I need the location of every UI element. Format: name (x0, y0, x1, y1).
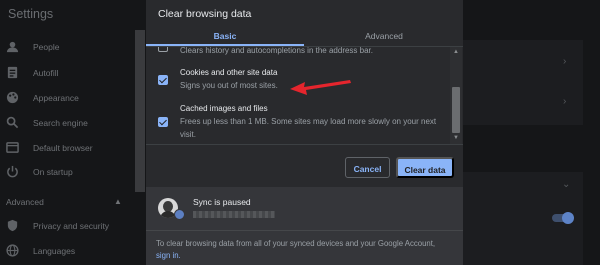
divider (146, 230, 463, 231)
dialog-scrollbar[interactable]: ▲ ▼ (450, 47, 462, 144)
footer-message: To clear browsing data from all of your … (156, 239, 436, 248)
dialog-title: Clear browsing data (158, 8, 252, 20)
option-title: Cookies and other site data (180, 68, 278, 77)
palette-icon (6, 91, 19, 104)
chevron-right-icon[interactable]: › (563, 96, 566, 107)
sidebar-item-label: Autofill (33, 68, 59, 78)
sidebar-item-label: On startup (33, 167, 73, 177)
power-icon (7, 165, 18, 178)
sidebar-item-default-browser[interactable]: Default browser (0, 137, 135, 159)
setting-toggle[interactable] (552, 212, 574, 224)
sidebar-item-people[interactable]: People (0, 36, 135, 58)
autofill-icon (7, 66, 18, 79)
cached-images-checkbox[interactable] (158, 117, 168, 127)
globe-icon (6, 244, 19, 257)
clear-data-button[interactable]: Clear data (396, 157, 454, 178)
search-icon (6, 116, 19, 129)
sign-in-link[interactable]: sign in. (156, 251, 181, 260)
option-description: Frees up less than 1 MB. Some sites may … (180, 117, 437, 126)
person-icon (6, 41, 19, 53)
chevron-up-icon[interactable]: ▲ (114, 197, 122, 206)
browsing-history-checkbox[interactable] (158, 47, 168, 52)
tab-basic[interactable]: Basic (146, 26, 304, 46)
browser-icon (6, 142, 19, 153)
clear-browsing-data-dialog: Clear browsing data Basic Advanced Clear… (146, 0, 463, 265)
sidebar-item-languages[interactable]: Languages (0, 240, 135, 262)
divider (146, 144, 463, 145)
sync-paused-icon (174, 209, 185, 220)
redacted-email (193, 211, 275, 218)
sync-footer: Sync is paused To clear browsing data fr… (146, 187, 463, 265)
shield-icon (7, 219, 18, 232)
sync-footer-text: To clear browsing data from all of your … (156, 238, 456, 262)
option-description: Signs you out of most sites. (180, 81, 278, 90)
chevron-right-icon[interactable]: › (563, 56, 566, 67)
sidebar-item-on-startup[interactable]: On startup (0, 161, 135, 183)
sidebar-item-label: People (33, 42, 60, 52)
sidebar-item-autofill[interactable]: Autofill (0, 62, 135, 84)
cancel-button[interactable]: Cancel (345, 157, 390, 178)
sidebar-advanced-section[interactable]: Advanced (6, 197, 44, 207)
settings-card (463, 40, 583, 125)
sidebar-item-label: Privacy and security (33, 221, 110, 231)
toggle-knob (562, 212, 574, 224)
scroll-down-icon[interactable]: ▼ (453, 135, 459, 141)
sidebar-item-appearance[interactable]: Appearance (0, 87, 135, 109)
settings-title: Settings (8, 7, 54, 21)
sidebar-item-label: Default browser (33, 143, 93, 153)
sidebar-item-search-engine[interactable]: Search engine (0, 112, 135, 134)
chevron-down-icon[interactable]: ⌄ (562, 179, 570, 190)
sidebar-item-label: Languages (33, 246, 76, 256)
option-title: Cached images and files (180, 104, 268, 113)
sync-status: Sync is paused (193, 197, 251, 207)
scrollbar-thumb[interactable] (452, 87, 460, 133)
sidebar-item-label: Appearance (33, 93, 79, 103)
cookies-checkbox[interactable] (158, 75, 168, 85)
option-description: Clears history and autocompletions in th… (180, 47, 373, 55)
option-description-cont: visit. (180, 130, 196, 139)
sidebar-item-privacy[interactable]: Privacy and security (0, 215, 135, 237)
scroll-up-icon[interactable]: ▲ (453, 49, 459, 55)
annotation-arrow-icon (290, 80, 351, 95)
page-scrollbar[interactable] (135, 30, 145, 192)
sidebar-item-label: Search engine (33, 118, 88, 128)
tab-advanced[interactable]: Advanced (305, 26, 463, 46)
